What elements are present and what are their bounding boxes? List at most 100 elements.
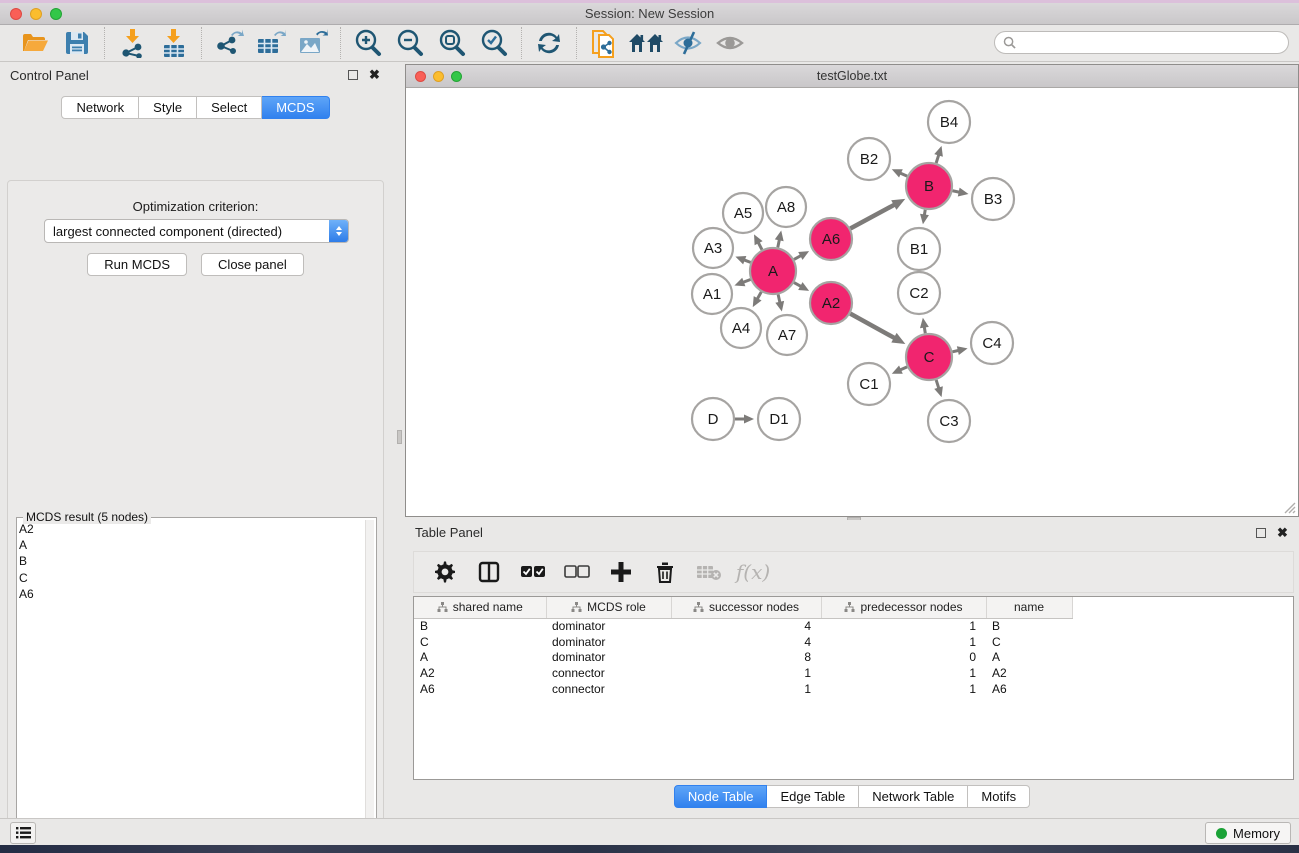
- network-close-button[interactable]: [415, 71, 426, 82]
- function-builder-icon[interactable]: f(x): [736, 555, 770, 589]
- deselect-all-icon[interactable]: [560, 555, 594, 589]
- refresh-icon[interactable]: [531, 27, 567, 59]
- edge-A6-B[interactable]: [850, 205, 894, 229]
- column-header[interactable]: successor nodes: [671, 597, 821, 618]
- table-cell[interactable]: connector: [546, 665, 671, 681]
- select-all-icon[interactable]: [516, 555, 550, 589]
- table-cell[interactable]: 1: [821, 618, 986, 634]
- split-column-icon[interactable]: [472, 555, 506, 589]
- network-canvas[interactable]: B4B2BB3A8A5A6A3B1AC2A1A2A4A7C4CC1DD1C3: [407, 89, 1297, 515]
- table-cell[interactable]: 1: [671, 681, 821, 697]
- first-neighbors-icon[interactable]: [628, 27, 664, 59]
- save-session-icon[interactable]: [59, 27, 95, 59]
- zoom-out-icon[interactable]: [392, 27, 428, 59]
- resize-grip-icon[interactable]: [1282, 500, 1296, 514]
- table-cell[interactable]: C: [986, 634, 1072, 650]
- close-panel-button[interactable]: Close panel: [201, 253, 304, 276]
- edge-B-B2[interactable]: [900, 173, 907, 176]
- close-window-button[interactable]: [10, 8, 22, 20]
- result-item[interactable]: A: [19, 537, 364, 553]
- network-graph[interactable]: B4B2BB3A8A5A6A3B1AC2A1A2A4A7C4CC1DD1C3: [407, 89, 1297, 515]
- table-cell[interactable]: 1: [671, 665, 821, 681]
- edge-C-C2[interactable]: [924, 327, 925, 334]
- table-cell[interactable]: A2: [414, 665, 546, 681]
- edge-A-A8[interactable]: [778, 239, 780, 247]
- table-cell[interactable]: A6: [414, 681, 546, 697]
- table-cell[interactable]: 1: [821, 634, 986, 650]
- edge-C-C3[interactable]: [936, 380, 939, 389]
- table-cell[interactable]: A: [986, 650, 1072, 666]
- result-item[interactable]: C: [19, 570, 364, 586]
- run-mcds-button[interactable]: Run MCDS: [87, 253, 187, 276]
- edge-B-B4[interactable]: [936, 154, 939, 163]
- tab-network[interactable]: Network: [61, 96, 139, 119]
- table-cell[interactable]: 1: [821, 665, 986, 681]
- tab-node-table[interactable]: Node Table: [674, 785, 768, 808]
- delete-column-icon[interactable]: [648, 555, 682, 589]
- float-panel-icon[interactable]: [346, 69, 359, 82]
- hide-selected-icon[interactable]: [670, 27, 706, 59]
- tab-network-table[interactable]: Network Table: [859, 785, 968, 808]
- edge-A-A3[interactable]: [744, 260, 751, 263]
- tab-motifs[interactable]: Motifs: [968, 785, 1030, 808]
- edge-C-C1[interactable]: [900, 367, 907, 370]
- result-item[interactable]: B: [19, 553, 364, 569]
- minimize-window-button[interactable]: [30, 8, 42, 20]
- network-window-titlebar[interactable]: testGlobe.txt: [406, 65, 1298, 88]
- table-cell[interactable]: dominator: [546, 634, 671, 650]
- table-cell[interactable]: dominator: [546, 650, 671, 666]
- search-box[interactable]: [994, 31, 1289, 54]
- task-history-button[interactable]: [10, 822, 36, 844]
- show-all-icon[interactable]: [712, 27, 748, 59]
- table-close-panel-icon[interactable]: ✖: [1276, 526, 1289, 539]
- edge-A-A7[interactable]: [778, 294, 780, 302]
- result-item[interactable]: A6: [19, 586, 364, 602]
- table-cell[interactable]: 8: [671, 650, 821, 666]
- table-row[interactable]: Adominator80A: [414, 650, 1072, 666]
- table-row[interactable]: A2connector11A2: [414, 665, 1072, 681]
- edge-B-B3[interactable]: [953, 191, 960, 192]
- network-minimize-button[interactable]: [433, 71, 444, 82]
- tab-mcds[interactable]: MCDS: [262, 96, 329, 119]
- table-cell[interactable]: 4: [671, 634, 821, 650]
- node-table[interactable]: shared nameMCDS rolesuccessor nodesprede…: [413, 596, 1294, 780]
- table-row[interactable]: Cdominator41C: [414, 634, 1072, 650]
- table-cell[interactable]: B: [986, 618, 1072, 634]
- table-cell[interactable]: A: [414, 650, 546, 666]
- memory-button[interactable]: Memory: [1205, 822, 1291, 844]
- import-table-icon[interactable]: [156, 27, 192, 59]
- zoom-selected-icon[interactable]: [476, 27, 512, 59]
- edge-A-A4[interactable]: [757, 292, 761, 299]
- export-table-icon[interactable]: [253, 27, 289, 59]
- table-cell[interactable]: 1: [821, 681, 986, 697]
- result-item[interactable]: A2: [19, 521, 364, 537]
- edge-A-A6[interactable]: [794, 255, 801, 259]
- edge-A-A1[interactable]: [743, 279, 751, 282]
- export-image-icon[interactable]: [295, 27, 331, 59]
- column-header[interactable]: name: [986, 597, 1072, 618]
- edge-A-A2[interactable]: [794, 283, 801, 287]
- table-cell[interactable]: 0: [821, 650, 986, 666]
- tab-edge-table[interactable]: Edge Table: [767, 785, 859, 808]
- tab-style[interactable]: Style: [139, 96, 197, 119]
- table-cell[interactable]: connector: [546, 681, 671, 697]
- close-panel-icon[interactable]: ✖: [368, 69, 381, 82]
- column-header[interactable]: shared name: [414, 597, 546, 618]
- delete-table-icon[interactable]: [692, 555, 726, 589]
- network-zoom-button[interactable]: [451, 71, 462, 82]
- edge-A2-C[interactable]: [850, 314, 895, 339]
- table-cell[interactable]: A6: [986, 681, 1072, 697]
- result-scrollbar[interactable]: [365, 520, 374, 853]
- table-float-panel-icon[interactable]: [1254, 526, 1267, 539]
- import-network-icon[interactable]: [114, 27, 150, 59]
- table-cell[interactable]: B: [414, 618, 546, 634]
- zoom-in-icon[interactable]: [350, 27, 386, 59]
- tab-select[interactable]: Select: [197, 96, 262, 119]
- zoom-window-button[interactable]: [50, 8, 62, 20]
- column-header[interactable]: MCDS role: [546, 597, 671, 618]
- vertical-splitter-handle[interactable]: [397, 430, 402, 444]
- edge-A-A5[interactable]: [758, 242, 762, 249]
- zoom-fit-icon[interactable]: [434, 27, 470, 59]
- open-file-icon[interactable]: [17, 27, 53, 59]
- search-input[interactable]: [1021, 36, 1280, 50]
